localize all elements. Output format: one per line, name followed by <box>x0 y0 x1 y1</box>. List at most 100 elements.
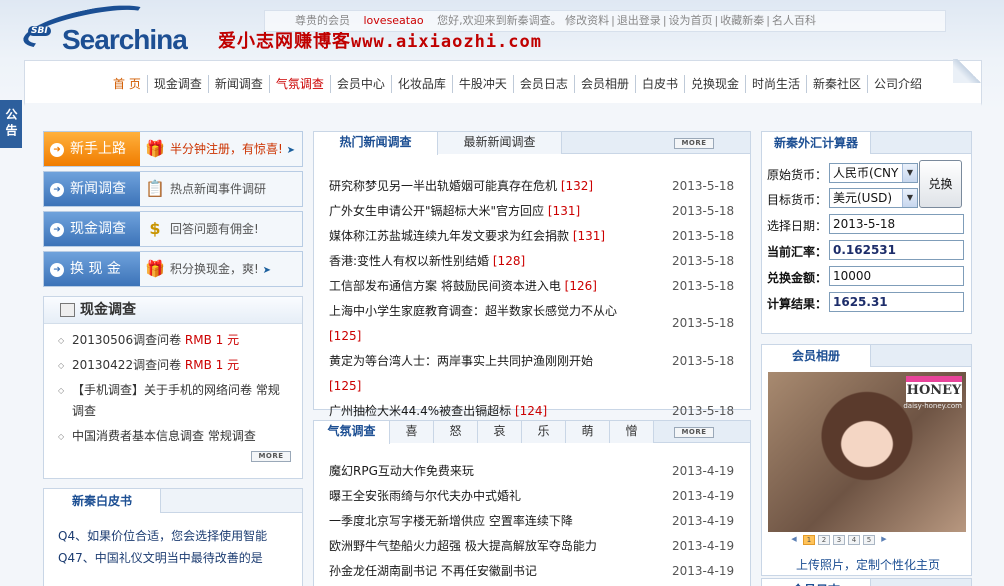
pager-page-5[interactable]: 5 <box>863 535 875 545</box>
tab-hate[interactable]: 憎 <box>610 421 654 443</box>
member-log-title[interactable]: 会员日志 <box>761 578 871 586</box>
nav-news-survey[interactable]: 新闻调查 <box>207 75 269 93</box>
whitepaper-header: 新秦白皮书 <box>43 488 302 513</box>
amount-input[interactable]: 10000 <box>829 266 964 286</box>
nav-stocks[interactable]: 牛股冲天 <box>451 75 513 93</box>
quick-link-cash-survey[interactable]: ➜ 现金调查 $ 回答问题有佣金! <box>43 211 303 247</box>
tab-hot-news[interactable]: 热门新闻调查 <box>314 132 438 155</box>
news-item[interactable]: 研究称梦见另一半出轨婚姻可能真存在危机 [132] 2013-5-18 <box>329 174 749 199</box>
gift-box-icon: 🎁 <box>145 259 165 278</box>
rate-field[interactable]: 0.162531 <box>829 240 964 260</box>
page-curl-decoration <box>953 59 985 83</box>
redeem-button[interactable]: ➜ 换 现 金 <box>44 252 140 286</box>
news-item[interactable]: 工信部发布通信方案 将鼓励民间资本进入电 [126] 2013-5-18 <box>329 274 749 299</box>
site-header: SBI Searchina 爱小志网赚博客www.aixiaozhi.com 尊… <box>0 0 1004 58</box>
pager-next-icon[interactable]: ▶ <box>878 535 890 545</box>
pager-page-4[interactable]: 4 <box>848 535 860 545</box>
tab-joy[interactable]: 喜 <box>390 421 434 443</box>
news-item[interactable]: 上海中小学生家庭教育调查：超半数家长感觉力不从心 [125] 2013-5-18 <box>329 299 749 349</box>
nav-cash-survey[interactable]: 现金调查 <box>146 75 208 93</box>
album-photo[interactable]: HONEY daisy-honey.com <box>768 372 966 532</box>
mood-item[interactable]: 孙金龙任湖南副书记 不再任安徽副书记 2013-4-19 <box>329 559 750 584</box>
nav-member-log[interactable]: 会员日志 <box>512 75 574 93</box>
tab-anger[interactable]: 怒 <box>434 421 478 443</box>
date-input[interactable]: 2013-5-18 <box>829 214 964 234</box>
nav-home[interactable]: 首 页 <box>107 75 147 93</box>
mood-item[interactable]: 魔幻RPG互动大作免费来玩 2013-4-19 <box>329 459 750 484</box>
pager-page-1[interactable]: 1 <box>803 535 815 545</box>
nav-whitepaper[interactable]: 白皮书 <box>634 75 684 93</box>
upload-photo-link[interactable]: 上传照片，定制个性化主页 <box>796 556 940 573</box>
mood-item[interactable]: 曝王全安张雨绮与尔代夫办中式婚礼 2013-4-19 <box>329 484 750 509</box>
news-item[interactable]: 香港:变性人有权以新性别结婚 [128] 2013-5-18 <box>329 249 749 274</box>
notice-tab[interactable]: 公告 <box>0 100 22 148</box>
list-item[interactable]: Q47、中国礼仪文明当中最待改善的是 <box>58 547 302 569</box>
convert-button[interactable]: 兑换 <box>919 160 962 208</box>
chevron-down-icon: ▼ <box>902 164 917 182</box>
whitepaper-title[interactable]: 新秦白皮书 <box>43 488 162 513</box>
mood-item[interactable]: 一季度北京写字楼无新增供应 空置率连续下降 2013-4-19 <box>329 509 750 534</box>
blog-name: 爱小志网赚博客 <box>218 31 351 52</box>
mood-survey-box: 气氛调查 喜 怒 哀 乐 萌 憎 MORE 魔幻RPG互动大作免费来玩 2013-… <box>313 420 751 586</box>
quick-link-news-survey[interactable]: ➜ 新闻调查 📋 热点新闻事件调研 <box>43 171 303 207</box>
pager-page-2[interactable]: 2 <box>818 535 830 545</box>
arrow-right-icon: ➜ <box>50 143 64 157</box>
set-homepage-link[interactable]: 设为首页 <box>669 14 713 27</box>
nav-mood-survey[interactable]: 气氛调查 <box>268 75 330 93</box>
target-currency-select[interactable]: 美元(USD) ▼ <box>829 188 918 208</box>
list-item[interactable]: 20130506调查问卷 RMB 1 元 <box>58 330 290 351</box>
tab-cute[interactable]: 萌 <box>566 421 610 443</box>
arrow-right-icon: ➜ <box>50 183 64 197</box>
cash-survey-more-button[interactable]: MORE <box>251 451 291 462</box>
nav-cosmetics[interactable]: 化妆品库 <box>390 75 452 93</box>
mood-item[interactable]: 欧洲野牛气垫船火力超强 极大提高解放军夺岛能力 2013-4-19 <box>329 534 750 559</box>
tab-latest-news[interactable]: 最新新闻调查 <box>438 132 562 154</box>
celebrity-link[interactable]: 名人百科 <box>772 14 816 27</box>
username[interactable]: loveseatao <box>364 14 424 27</box>
mood-more-button[interactable]: MORE <box>674 427 714 438</box>
list-item[interactable]: 【手机调查】关于手机的网络问卷 常规调查 <box>58 380 290 422</box>
logo-text: Searchina <box>62 24 188 55</box>
pager-prev-icon[interactable]: ◀ <box>788 535 800 545</box>
news-item[interactable]: 黄定为等台湾人士：两岸事实上共同护渔刚刚开始 [125] 2013-5-18 <box>329 349 749 399</box>
searchina-logo[interactable]: SBI Searchina <box>19 0 188 58</box>
news-more-button[interactable]: MORE <box>674 138 714 149</box>
bookmark-link[interactable]: 收藏新秦 <box>720 14 764 27</box>
nav-about[interactable]: 公司介绍 <box>867 75 928 93</box>
survey-sheet-icon <box>60 303 75 317</box>
edit-profile-link[interactable]: 修改资料 <box>565 14 609 27</box>
quick-link-newbie[interactable]: ➜ 新手上路 🎁 半分钟注册，有惊喜! ➤ <box>43 131 303 167</box>
quick-link-text: 热点新闻事件调研 <box>170 182 267 196</box>
nav-community[interactable]: 新秦社区 <box>806 75 867 93</box>
tab-happy[interactable]: 乐 <box>522 421 566 443</box>
fx-calculator-title: 新秦外汇计算器 <box>761 131 871 154</box>
nav-redeem-cash[interactable]: 兑换现金 <box>683 75 745 93</box>
nav-member-album[interactable]: 会员相册 <box>573 75 635 93</box>
album-header: 会员相册 <box>761 344 971 367</box>
source-currency-select[interactable]: 人民币(CNY ▼ <box>829 163 918 183</box>
cash-survey-button[interactable]: ➜ 现金调查 <box>44 212 140 246</box>
logout-link[interactable]: 退出登录 <box>617 14 661 27</box>
nav-fashion[interactable]: 时尚生活 <box>744 75 806 93</box>
news-item[interactable]: 广外女生申请公开"镉超标大米"官方回应 [131] 2013-5-18 <box>329 199 749 224</box>
tab-sorrow[interactable]: 哀 <box>478 421 522 443</box>
main-nav: 首 页 现金调查 新闻调查 气氛调查 会员中心 化妆品库 牛股冲天 会员日志 会… <box>24 59 985 106</box>
arrow-right-icon: ➜ <box>50 263 64 277</box>
news-survey-button[interactable]: ➜ 新闻调查 <box>44 172 140 206</box>
fx-calculator-header: 新秦外汇计算器 <box>761 131 971 154</box>
nav-member-center[interactable]: 会员中心 <box>329 75 391 93</box>
tab-mood-survey[interactable]: 气氛调查 <box>314 421 390 444</box>
list-item[interactable]: 20130422调查问卷 RMB 1 元 <box>58 355 290 376</box>
newbie-button[interactable]: ➜ 新手上路 <box>44 132 140 166</box>
blog-url: www.aixiaozhi.com <box>351 32 542 52</box>
list-item[interactable]: 中国消费者基本信息调查 常规调查 <box>58 426 290 447</box>
news-item[interactable]: 媒体称江苏盐城连续九年发文要求为红会捐款 [131] 2013-5-18 <box>329 224 749 249</box>
greeting-prefix: 尊贵的会员 <box>295 14 350 27</box>
list-item[interactable]: Q4、如果价位合适，您会选择使用智能 <box>58 525 302 547</box>
pager-page-3[interactable]: 3 <box>833 535 845 545</box>
result-field[interactable]: 1625.31 <box>829 292 964 312</box>
honey-logo: HONEY <box>906 376 962 402</box>
cash-survey-box: 现金调查 20130506调查问卷 RMB 1 元 20130422调查问卷 R… <box>43 296 303 479</box>
quick-link-redeem[interactable]: ➜ 换 现 金 🎁 积分换现金，爽! ➤ <box>43 251 303 287</box>
album-title: 会员相册 <box>761 344 871 367</box>
